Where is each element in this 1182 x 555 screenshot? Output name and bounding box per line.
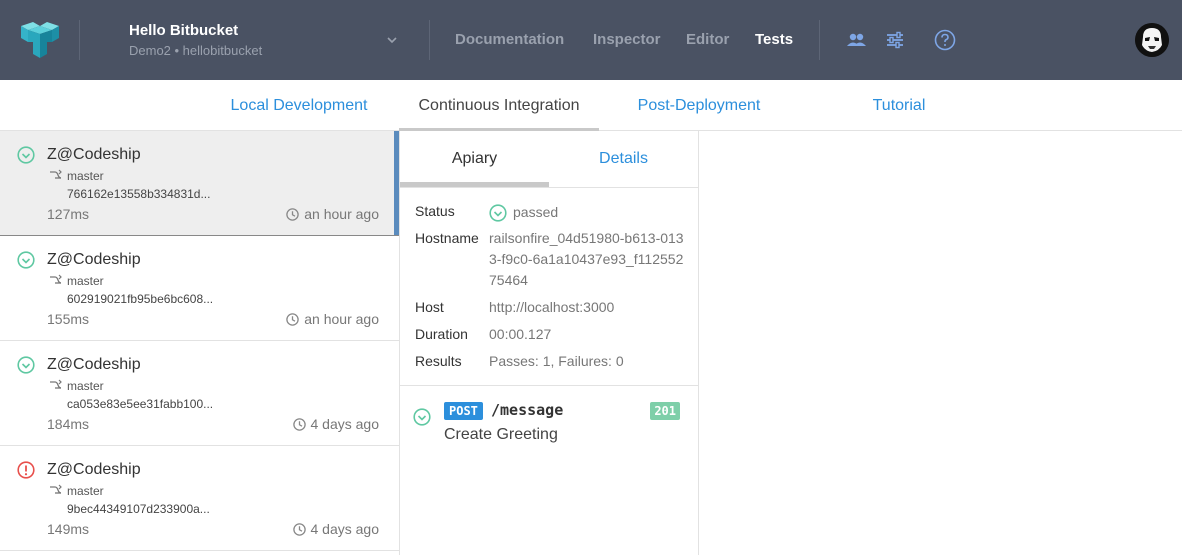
chevron-down-icon[interactable] (385, 33, 399, 47)
status-text: passed (513, 204, 559, 220)
test-run-item[interactable]: Z@Codeship master 9bec44349107d233900a..… (0, 446, 399, 551)
team-icon[interactable] (845, 29, 867, 51)
nav-editor[interactable]: Editor (686, 31, 729, 48)
test-run-item[interactable]: Z@Codeship master 602919021fb95be6bc608.… (0, 236, 399, 341)
run-time: an hour ago (286, 206, 379, 222)
branch-icon (50, 274, 62, 284)
panel-divider (400, 385, 698, 386)
clock-icon (286, 207, 300, 221)
run-duration: 149ms (47, 521, 90, 537)
run-duration: 155ms (47, 311, 90, 327)
tabs-divider (400, 187, 698, 188)
separator (79, 20, 80, 60)
tab-details[interactable]: Details (549, 131, 698, 187)
test-run-list: Z@Codeship master 766162e13558b334831d..… (0, 131, 400, 555)
clock-icon (286, 312, 300, 326)
clock-icon (292, 522, 306, 536)
status-label: Status (415, 203, 455, 219)
duration-value: 00:00.127 (489, 326, 552, 342)
run-name: Z@Codeship (47, 251, 141, 268)
duration-label: Duration (415, 326, 468, 342)
results-label: Results (415, 353, 462, 369)
stormtrooper-avatar-icon (1135, 23, 1169, 57)
passed-status-icon (413, 408, 431, 426)
run-commit-hash: ca053e83e5ee31fabb100... (67, 397, 214, 411)
tab-tutorial[interactable]: Tutorial (799, 80, 999, 131)
run-time-text: 4 days ago (310, 416, 380, 432)
http-method-badge: POST (444, 402, 483, 420)
run-time-text: an hour ago (304, 311, 379, 327)
separator (429, 20, 430, 60)
project-title[interactable]: Hello Bitbucket (129, 22, 238, 39)
test-run-item[interactable]: Z@Codeship master ca053e83e5ee31fabb100.… (0, 341, 399, 446)
run-branch: master (67, 274, 104, 288)
results-value: Passes: 1, Failures: 0 (489, 353, 624, 369)
hostname-label: Hostname (415, 230, 479, 246)
status-value: passed (489, 202, 684, 223)
run-name: Z@Codeship (47, 146, 141, 163)
separator (819, 20, 820, 60)
run-branch: master (67, 169, 104, 183)
tab-continuous-integration[interactable]: Continuous Integration (399, 80, 599, 131)
clock-icon (292, 417, 306, 431)
run-time: 4 days ago (292, 416, 380, 432)
tab-apiary[interactable]: Apiary (400, 131, 549, 187)
project-subtitle: Demo2 • hellobitbucket (129, 43, 263, 58)
run-name: Z@Codeship (47, 461, 141, 478)
run-detail-panel: Apiary Details Status passed Hostname ra… (400, 131, 699, 555)
passed-status-icon (489, 203, 507, 222)
user-avatar[interactable] (1135, 23, 1169, 57)
nav-inspector[interactable]: Inspector (593, 31, 661, 48)
apiary-logo-icon[interactable] (21, 22, 59, 58)
run-name: Z@Codeship (47, 356, 141, 373)
branch-icon (50, 379, 62, 389)
help-icon[interactable] (934, 29, 956, 51)
nav-tests[interactable]: Tests (755, 31, 793, 48)
run-branch: master (67, 379, 104, 393)
run-time-text: an hour ago (304, 206, 379, 222)
run-time-text: 4 days ago (310, 521, 380, 537)
endpoint-path[interactable]: /message (491, 401, 563, 419)
tab-post-deployment[interactable]: Post-Deployment (599, 80, 799, 131)
branch-icon (50, 169, 62, 179)
run-branch: master (67, 484, 104, 498)
run-duration: 127ms (47, 206, 90, 222)
host-value: http://localhost:3000 (489, 299, 615, 315)
passed-status-icon (17, 251, 35, 269)
integration-tabs: Local Development Continuous Integration… (0, 80, 1182, 131)
passed-status-icon (17, 146, 35, 164)
run-commit-hash: 9bec44349107d233900a... (67, 502, 210, 516)
branch-icon (50, 484, 62, 494)
nav-documentation[interactable]: Documentation (455, 31, 564, 48)
passed-status-icon (17, 356, 35, 374)
run-time: 4 days ago (292, 521, 380, 537)
run-commit-hash: 602919021fb95be6bc608... (67, 292, 214, 306)
failed-status-icon (17, 461, 35, 479)
run-time: an hour ago (286, 311, 379, 327)
endpoint-name[interactable]: Create Greeting (444, 426, 558, 444)
test-run-item[interactable]: Z@Codeship master 766162e13558b334831d..… (0, 131, 399, 236)
status-code-badge: 201 (650, 402, 680, 420)
host-label: Host (415, 299, 444, 315)
run-duration: 184ms (47, 416, 90, 432)
tab-local-development[interactable]: Local Development (199, 80, 399, 131)
top-bar: Hello Bitbucket Demo2 • hellobitbucket D… (0, 0, 1182, 80)
run-commit-hash: 766162e13558b334831d... (67, 187, 211, 201)
hostname-value: railsonfire_04d51980-b613-0133-f9c0-6a1a… (489, 230, 684, 288)
settings-sliders-icon[interactable] (884, 29, 906, 51)
